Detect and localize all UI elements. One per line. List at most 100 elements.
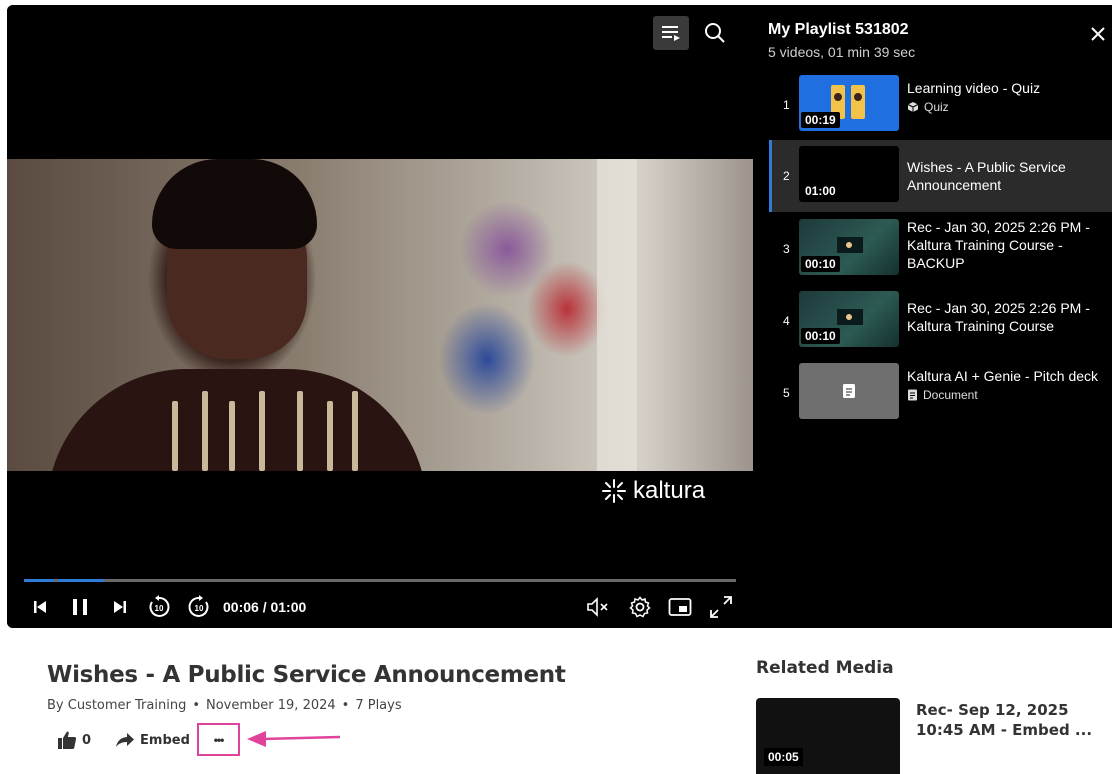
kaltura-logo-text: kaltura: [633, 477, 706, 504]
document-icon: [843, 384, 855, 398]
like-count: 0: [82, 732, 92, 748]
playlist-item-title: Kaltura AI + Genie - Pitch deck: [907, 368, 1099, 384]
playlist-icon: [662, 26, 680, 41]
rewind-10-icon: 10: [149, 595, 170, 617]
media-date: November 19, 2024: [206, 698, 336, 713]
playlist-item-number: 2: [783, 169, 790, 183]
candle: [352, 391, 358, 471]
playlist-item-title: Learning video - Quiz: [907, 80, 1041, 96]
playlist-item-duration: 00:10: [801, 256, 840, 272]
expand-icon: [710, 596, 732, 618]
fullscreen-button[interactable]: [707, 589, 735, 625]
candle: [327, 401, 333, 471]
search-icon: [705, 23, 725, 43]
settings-button[interactable]: [627, 589, 653, 625]
separator-dot: •: [341, 698, 350, 713]
candle: [202, 391, 208, 471]
annotation-arrow-icon: [247, 731, 341, 747]
like-button[interactable]: 0: [57, 730, 91, 750]
related-item-thumbnail[interactable]: 00:05: [756, 698, 900, 774]
playlist-item-number: 1: [783, 98, 790, 112]
progress-played: [58, 579, 104, 582]
kaltura-burst-icon: [602, 479, 626, 503]
playlist-item-active[interactable]: 2 01:00 Wishes - A Public Service Announ…: [769, 140, 1112, 212]
video-player: kaltura 10 10 00:06 / 01:00 My Playlist …: [7, 5, 1112, 628]
related-item-title[interactable]: Rec- Sep 12, 2025 10:45 AM - Embed ...: [916, 700, 1096, 740]
playlist-item[interactable]: 3 00:10 Rec - Jan 30, 2025 2:26 PM - Kal…: [769, 213, 1112, 285]
more-options-button[interactable]: •••: [197, 723, 240, 756]
playlist-item[interactable]: 1 00:19 Learning video - Quiz Quiz: [769, 69, 1112, 141]
skip-next-icon: [114, 601, 126, 613]
video-subject-hair: [152, 159, 317, 249]
mute-button[interactable]: [585, 589, 615, 625]
playlist-item-duration: 00:19: [801, 112, 840, 128]
close-playlist-button[interactable]: [1087, 23, 1109, 45]
pip-icon: [668, 598, 692, 616]
playlist-item-thumbnail: 00:19: [799, 75, 899, 131]
playlist-item-number: 5: [783, 386, 790, 400]
media-byline: By Customer Training • November 19, 2024 • 7…: [47, 698, 402, 713]
forward-10-button[interactable]: 10: [185, 589, 213, 625]
embed-button[interactable]: Embed: [115, 732, 190, 748]
forward-10-icon: 10: [188, 595, 209, 617]
volume-muted-icon: [587, 597, 608, 617]
playlist-item-thumbnail: [799, 363, 899, 419]
playlist-item-thumbnail: 01:00: [799, 146, 899, 202]
svg-text:10: 10: [195, 604, 204, 613]
media-plays: 7 Plays: [355, 698, 402, 713]
background-window: [597, 159, 637, 471]
playlist-summary: 5 videos, 01 min 39 sec: [768, 44, 916, 60]
playlist-item[interactable]: 4 00:10 Rec - Jan 30, 2025 2:26 PM - Kal…: [769, 285, 1112, 357]
playlist-item-type: Document: [923, 388, 978, 402]
playlist-title: My Playlist 531802: [768, 21, 909, 38]
media-title: Wishes - A Public Service Announcement: [47, 662, 566, 688]
media-author-link[interactable]: By Customer Training: [47, 698, 186, 713]
playlist-item-title: Rec - Jan 30, 2025 2:26 PM - Kaltura Tra…: [907, 300, 1090, 334]
video-area[interactable]: kaltura 10 10 00:06 / 01:00: [7, 5, 753, 628]
playlist-panel: My Playlist 531802 5 videos, 01 min 39 s…: [753, 5, 1112, 628]
picture-in-picture-button[interactable]: [667, 589, 693, 625]
control-bar: 10 10 00:06 / 01:00: [7, 589, 753, 625]
gear-icon: [629, 596, 651, 618]
progress-bar[interactable]: [24, 579, 736, 582]
document-icon: [908, 389, 917, 401]
rewind-10-button[interactable]: 10: [145, 589, 173, 625]
share-arrow-icon: [116, 733, 135, 747]
pause-icon: [73, 599, 87, 615]
separator-dot: •: [192, 698, 200, 713]
time-display: 00:06 / 01:00: [223, 599, 307, 615]
playlist-item-title: Rec - Jan 30, 2025 2:26 PM - Kaltura Tra…: [907, 219, 1090, 271]
candle: [259, 391, 265, 471]
previous-button[interactable]: [29, 589, 51, 625]
candle: [297, 391, 303, 471]
thumbs-up-icon: [58, 731, 77, 749]
svg-text:10: 10: [155, 604, 164, 613]
next-button[interactable]: [109, 589, 131, 625]
cube-icon: [907, 102, 919, 112]
search-button[interactable]: [697, 16, 733, 50]
playlist-toggle-button[interactable]: [653, 16, 689, 50]
more-options-label: •••: [213, 732, 225, 747]
candle: [172, 401, 178, 471]
playlist-item-number: 4: [783, 314, 790, 328]
embed-label: Embed: [140, 732, 190, 748]
related-item-duration: 00:05: [764, 748, 803, 766]
playlist-item-duration: 00:10: [801, 328, 840, 344]
playlist-item-thumbnail: 00:10: [799, 291, 899, 347]
playlist-item-title: Wishes - A Public Service Announcement: [907, 159, 1066, 193]
playlist-item-duration: 01:00: [801, 183, 840, 199]
video-frame[interactable]: [7, 159, 753, 471]
skip-previous-icon: [34, 601, 46, 613]
video-subject-shirt: [47, 369, 427, 471]
kaltura-logo: kaltura: [601, 477, 705, 505]
progress-buffer: [24, 579, 54, 582]
candle: [229, 401, 235, 471]
playlist-item-type: Quiz: [924, 100, 949, 114]
close-icon: [1091, 27, 1105, 41]
playlist-item[interactable]: 5 Kaltura AI + Genie - Pitch deck Docume…: [769, 357, 1112, 429]
pause-button[interactable]: [67, 589, 93, 625]
media-actions: 0 Embed: [57, 726, 190, 754]
playlist-item-thumbnail: 00:10: [799, 219, 899, 275]
related-media-heading: Related Media: [756, 658, 894, 678]
playlist-item-number: 3: [783, 242, 790, 256]
